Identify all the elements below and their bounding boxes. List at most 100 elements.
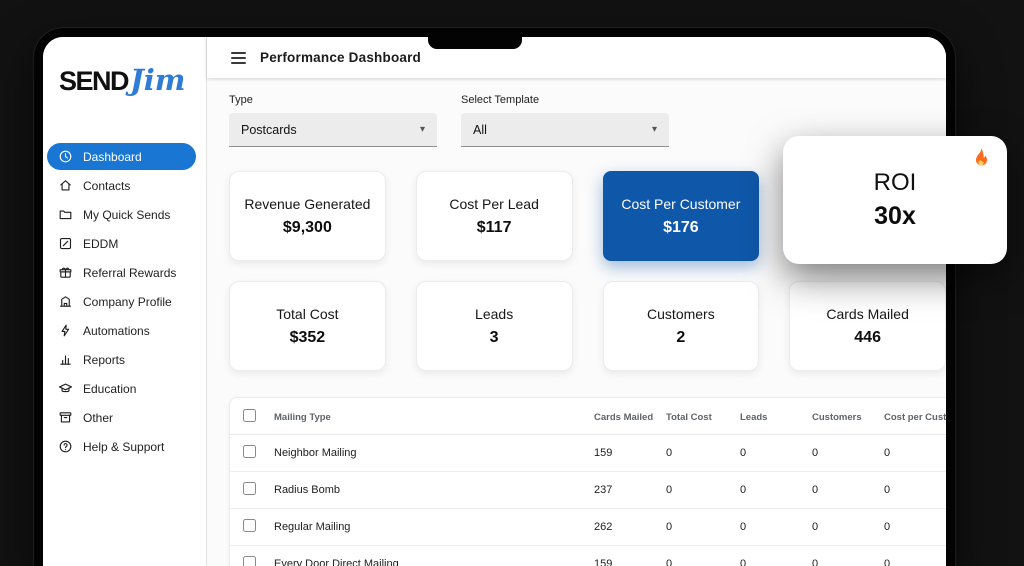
template-filter: Select Template All xyxy=(461,94,669,147)
sidebar-item-label: Dashboard xyxy=(83,150,142,164)
stat-label: Revenue Generated xyxy=(244,196,370,212)
row-checkbox[interactable] xyxy=(243,482,256,495)
help-icon xyxy=(58,439,73,454)
archive-icon xyxy=(58,410,73,425)
stat-card-total-cost: Total Cost $352 xyxy=(229,281,386,371)
column-header-cost-per-customer: Cost per Customer xyxy=(880,398,946,435)
stat-value: $9,300 xyxy=(283,219,332,237)
table-row[interactable]: Neighbor Mailing 159 0 0 0 0 xyxy=(230,435,946,472)
stat-card-cost-per-lead: Cost Per Lead $117 xyxy=(416,171,573,261)
cell-cards-mailed: 159 xyxy=(590,435,662,472)
row-checkbox[interactable] xyxy=(243,519,256,532)
roi-card: ROI 30x xyxy=(783,136,1007,264)
sidebar-item-company-profile[interactable]: Company Profile xyxy=(43,287,196,316)
cell-mailing-type: Every Door Direct Mailing xyxy=(270,546,590,566)
cell-customers: 0 xyxy=(808,435,880,472)
stat-value: 446 xyxy=(854,329,881,347)
sidebar-item-my-quick-sends[interactable]: My Quick Sends xyxy=(43,200,196,229)
content-area: Performance Dashboard Type Postcards Sel… xyxy=(207,37,946,566)
template-select[interactable]: All xyxy=(461,113,669,147)
cell-customers: 0 xyxy=(808,472,880,509)
stat-value: 2 xyxy=(676,329,685,347)
column-header-customers: Customers xyxy=(808,398,880,435)
cell-cards-mailed: 237 xyxy=(590,472,662,509)
sidebar-nav: Dashboard Contacts My Quick Sends EDDM xyxy=(43,143,206,461)
table-header-row: Mailing Type Cards Mailed Total Cost Lea… xyxy=(230,398,946,435)
caret-down-icon xyxy=(420,125,425,135)
folder-icon xyxy=(58,207,73,222)
type-filter-label: Type xyxy=(229,94,437,106)
row-checkbox[interactable] xyxy=(243,445,256,458)
sidebar: SENDJim Dashboard Contacts My Quick Send… xyxy=(43,37,207,566)
stat-value: $176 xyxy=(663,219,699,237)
sidebar-item-eddm[interactable]: EDDM xyxy=(43,229,196,258)
column-header-cards-mailed: Cards Mailed xyxy=(590,398,662,435)
hamburger-icon[interactable] xyxy=(231,52,246,64)
stat-label: Cards Mailed xyxy=(826,306,908,322)
column-header-leads: Leads xyxy=(736,398,808,435)
row-checkbox[interactable] xyxy=(243,556,256,566)
sidebar-item-contacts[interactable]: Contacts xyxy=(43,171,196,200)
stat-value: $352 xyxy=(290,329,326,347)
top-bar: Performance Dashboard xyxy=(207,37,946,78)
app-window: SENDJim Dashboard Contacts My Quick Send… xyxy=(43,37,946,566)
mailing-table-card: Mailing Type Cards Mailed Total Cost Lea… xyxy=(229,397,946,566)
table-row[interactable]: Radius Bomb 237 0 0 0 0 xyxy=(230,472,946,509)
stat-card-leads: Leads 3 xyxy=(416,281,573,371)
cell-cost-per-customer: 0 xyxy=(880,435,946,472)
sidebar-item-label: Reports xyxy=(83,353,125,367)
sidebar-item-other[interactable]: Other xyxy=(43,403,196,432)
camera-notch xyxy=(428,37,522,49)
edit-icon xyxy=(58,236,73,251)
cell-leads: 0 xyxy=(736,546,808,566)
stat-label: Leads xyxy=(475,306,513,322)
sidebar-item-dashboard[interactable]: Dashboard xyxy=(47,143,196,170)
stat-card-cards-mailed: Cards Mailed 446 xyxy=(789,281,946,371)
sidebar-item-label: Help & Support xyxy=(83,440,164,454)
gift-icon xyxy=(58,265,73,280)
sidebar-item-automations[interactable]: Automations xyxy=(43,316,196,345)
sidebar-item-label: Referral Rewards xyxy=(83,266,176,280)
type-filter: Type Postcards xyxy=(229,94,437,147)
cell-total-cost: 0 xyxy=(662,435,736,472)
cell-customers: 0 xyxy=(808,546,880,566)
lightning-icon xyxy=(58,323,73,338)
bar-chart-icon xyxy=(58,352,73,367)
table-row[interactable]: Every Door Direct Mailing 159 0 0 0 0 xyxy=(230,546,946,566)
select-all-checkbox[interactable] xyxy=(243,409,256,422)
sidebar-item-education[interactable]: Education xyxy=(43,374,196,403)
sidebar-item-label: Contacts xyxy=(83,179,130,193)
cell-total-cost: 0 xyxy=(662,509,736,546)
cell-mailing-type: Radius Bomb xyxy=(270,472,590,509)
roi-value: 30x xyxy=(874,202,916,231)
caret-down-icon xyxy=(652,125,657,135)
building-icon xyxy=(58,294,73,309)
graduation-cap-icon xyxy=(58,381,73,396)
sidebar-item-label: Other xyxy=(83,411,113,425)
cell-customers: 0 xyxy=(808,509,880,546)
dashboard-icon xyxy=(58,149,73,164)
sidebar-item-referral-rewards[interactable]: Referral Rewards xyxy=(43,258,196,287)
stat-label: Total Cost xyxy=(276,306,338,322)
sidebar-item-label: Company Profile xyxy=(83,295,172,309)
sendjim-logo: SENDJim xyxy=(43,37,206,123)
sidebar-item-help-support[interactable]: Help & Support xyxy=(43,432,196,461)
sidebar-item-reports[interactable]: Reports xyxy=(43,345,196,374)
table-row[interactable]: Regular Mailing 262 0 0 0 0 xyxy=(230,509,946,546)
type-select[interactable]: Postcards xyxy=(229,113,437,147)
stat-value: 3 xyxy=(490,329,499,347)
template-select-value: All xyxy=(473,123,487,137)
fire-icon xyxy=(969,146,993,170)
sidebar-item-label: My Quick Sends xyxy=(83,208,170,222)
template-filter-label: Select Template xyxy=(461,94,669,106)
sidebar-item-label: Automations xyxy=(83,324,150,338)
cell-cost-per-customer: 0 xyxy=(880,472,946,509)
stat-label: Cost Per Lead xyxy=(449,196,539,212)
sidebar-item-label: EDDM xyxy=(83,237,118,251)
contacts-icon xyxy=(58,178,73,193)
page-title: Performance Dashboard xyxy=(260,50,421,65)
cell-total-cost: 0 xyxy=(662,546,736,566)
cell-cost-per-customer: 0 xyxy=(880,546,946,566)
stat-value: $117 xyxy=(477,219,512,237)
column-header-mailing-type: Mailing Type xyxy=(270,398,590,435)
